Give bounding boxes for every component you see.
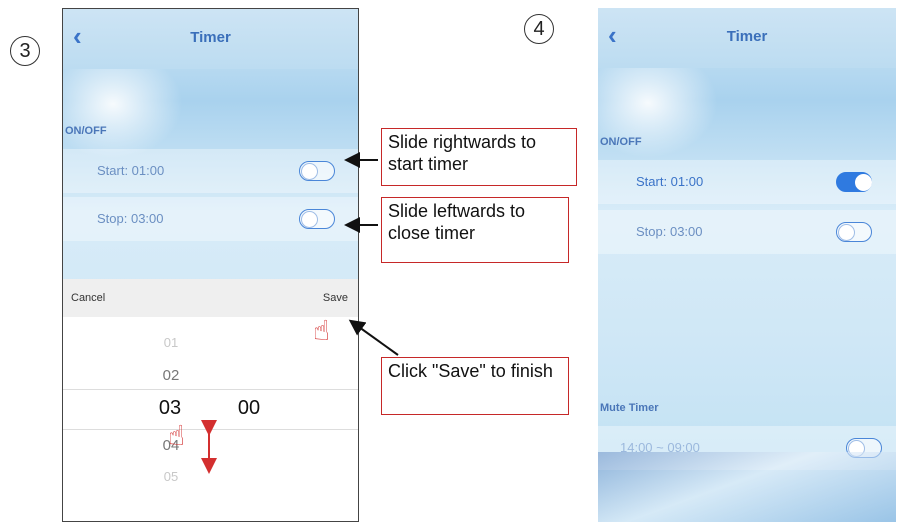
arrow-to-save-button — [348, 319, 399, 356]
annotation-arrows — [201, 152, 399, 474]
